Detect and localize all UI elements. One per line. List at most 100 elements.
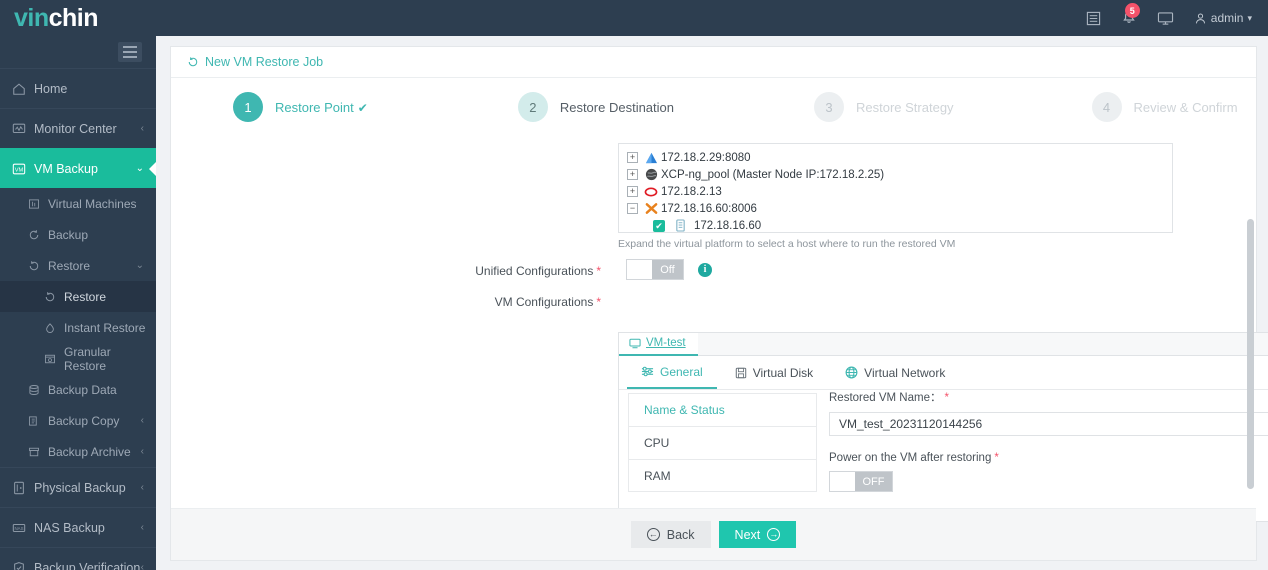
collapse-icon[interactable]: − [627, 203, 638, 214]
xcpng-globe-icon [643, 168, 659, 181]
user-menu[interactable]: admin ▾ [1194, 11, 1252, 25]
console-monitor-icon[interactable] [1157, 11, 1174, 26]
granular-restore-icon [44, 353, 64, 365]
sidebar-item-vm-backup-arrow: ⌄ [135, 163, 144, 174]
required-mark: * [596, 264, 601, 278]
tree-child-node[interactable]: ✔ 172.18.16.60 [627, 217, 1172, 234]
unified-configurations-label: Unified Configurations * [475, 264, 601, 278]
sidebar-item-restore-group-arrow: ⌄ [135, 260, 144, 271]
expand-icon[interactable]: + [627, 152, 638, 163]
sidebar-item-backup-verification[interactable]: Backup Verification ‹ [0, 547, 156, 570]
tree-node-label: 172.18.2.13 [661, 185, 722, 198]
step-number: 4 [1091, 92, 1122, 122]
svg-text:VM: VM [15, 167, 24, 173]
next-button[interactable]: Next → [718, 521, 797, 548]
toggle-state-label: OFF [855, 472, 892, 491]
sidebar-item-nas-backup[interactable]: NAS NAS Backup ‹ [0, 507, 156, 547]
power-on-toggle[interactable]: OFF [829, 471, 893, 492]
floppy-disk-icon [735, 367, 747, 379]
breadcrumb: New VM Restore Job [171, 47, 1256, 78]
info-icon[interactable]: i [698, 262, 712, 277]
sidebar-item-backup-label: Backup [48, 227, 89, 242]
sidebar-item-restore[interactable]: Restore [0, 281, 156, 312]
sidebar-item-physical-backup-label: Physical Backup [34, 480, 126, 495]
expand-icon[interactable]: + [627, 169, 638, 180]
top-bar-actions: 5 admin ▾ [1086, 3, 1268, 26]
hamburger-menu-icon[interactable] [118, 42, 142, 62]
tab-virtual-disk[interactable]: Virtual Disk [721, 356, 827, 389]
subsection-cpu[interactable]: CPU [628, 426, 817, 459]
proxmox-x-icon [643, 202, 659, 215]
sidebar-item-virtual-machines[interactable]: Virtual Machines [0, 188, 156, 219]
physical-backup-icon [12, 481, 34, 495]
step-number: 1 [233, 92, 263, 122]
backup-archive-icon [28, 446, 48, 458]
toggle-state-label: Off [652, 260, 683, 279]
sidebar-item-backup-archive[interactable]: Backup Archive ‹ [0, 436, 156, 467]
backup-data-icon [28, 384, 48, 396]
backup-icon [28, 229, 48, 241]
sidebar-item-vm-backup[interactable]: VM VM Backup ⌄ [0, 148, 156, 188]
sidebar-item-nas-backup-label: NAS Backup [34, 520, 105, 535]
vm-tab-vm-test[interactable]: VM-test [619, 332, 698, 356]
back-button[interactable]: ← Back [630, 521, 711, 548]
restored-vm-name-input[interactable] [829, 412, 1268, 436]
subsection-ram-label: RAM [644, 468, 671, 483]
notifications-badge: 5 [1124, 3, 1140, 18]
brand-logo[interactable]: vinchin [0, 3, 156, 32]
restored-vm-name-label: Restored VM Name： * [829, 392, 949, 404]
required-mark: * [596, 295, 601, 309]
tab-general-label: General [660, 364, 703, 379]
required-mark: * [944, 392, 949, 404]
monitor-icon [12, 122, 34, 136]
sliders-icon [641, 365, 654, 378]
brand-logo-part2: chin [48, 3, 99, 32]
sidebar-item-home[interactable]: Home [0, 68, 156, 108]
wizard-step-restore-destination[interactable]: 2 Restore Destination [517, 92, 674, 122]
step-complete-check-icon: ✔ [357, 100, 368, 115]
tree-node[interactable]: + 172.18.2.13 [627, 183, 1172, 200]
host-tree[interactable]: + 172.18.2.29:8080 + XCP-ng_pool (Master… [618, 143, 1173, 233]
expand-icon[interactable]: + [627, 186, 638, 197]
sidebar-item-backup-data[interactable]: Backup Data [0, 374, 156, 405]
sidebar-item-home-label: Home [34, 81, 68, 96]
sidebar-item-instant-restore[interactable]: Instant Restore [0, 312, 156, 343]
tab-general[interactable]: General [627, 356, 717, 389]
vm-configurations-label: VM Configurations * [494, 295, 601, 309]
sidebar-item-backup-copy-label: Backup Copy [48, 413, 120, 428]
host-tree-hint: Expand the virtual platform to select a … [618, 238, 956, 250]
wizard-step-restore-strategy[interactable]: 3 Restore Strategy [814, 92, 954, 122]
tab-virtual-network[interactable]: Virtual Network [831, 356, 959, 389]
vertical-scrollbar[interactable] [1247, 219, 1254, 489]
step-number: 3 [814, 92, 844, 122]
sidebar-item-backup-archive-arrow: ‹ [140, 446, 144, 457]
sidebar-item-instant-restore-label: Instant Restore [64, 320, 146, 335]
sidebar-item-restore-group[interactable]: Restore ⌄ [0, 250, 156, 281]
wizard-step-restore-point[interactable]: 1 Restore Point ✔ [233, 92, 368, 122]
arrow-left-circle-icon: ← [646, 528, 660, 541]
required-mark: * [994, 452, 999, 464]
tree-node[interactable]: + XCP-ng_pool (Master Node IP:172.18.2.2… [627, 166, 1172, 183]
sidebar-item-backup-verification-arrow: ‹ [140, 562, 144, 570]
subsection-ram[interactable]: RAM [628, 459, 817, 492]
sidebar-item-monitor-center[interactable]: Monitor Center ‹ [0, 108, 156, 148]
sidebar-item-backup-copy[interactable]: Backup Copy ‹ [0, 405, 156, 436]
step-label: Restore Destination [559, 99, 674, 115]
tree-node[interactable]: − 172.18.16.60:8006 [627, 200, 1172, 217]
host-checkbox[interactable]: ✔ [653, 219, 665, 232]
sidebar-item-granular-restore[interactable]: Granular Restore [0, 343, 156, 374]
breadcrumb-label: New VM Restore Job [205, 55, 324, 69]
sidebar-item-physical-backup[interactable]: Physical Backup ‹ [0, 467, 156, 507]
backup-verification-icon [12, 561, 34, 570]
tree-node[interactable]: + 172.18.2.29:8080 [627, 149, 1172, 166]
logs-icon[interactable] [1086, 11, 1101, 26]
sidebar-item-backup[interactable]: Backup [0, 219, 156, 250]
top-bar: vinchin 5 admin ▾ [0, 0, 1268, 36]
notifications-bell-icon[interactable]: 5 [1121, 3, 1140, 26]
unified-configurations-toggle[interactable]: Off [626, 259, 684, 280]
sidebar-item-backup-verification-label: Backup Verification [34, 560, 141, 570]
subsection-name-status[interactable]: Name & Status [628, 393, 817, 426]
wizard-step-review-confirm[interactable]: 4 Review & Confirm [1091, 92, 1238, 122]
vm-icon: VM [12, 162, 34, 176]
user-name-label: admin [1210, 11, 1244, 25]
